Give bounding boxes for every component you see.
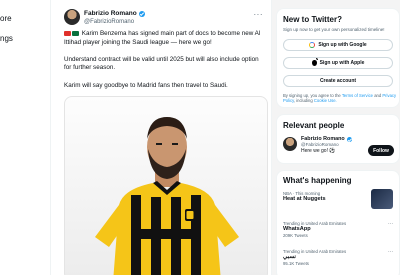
trend-item[interactable]: Trending in United Arab Emirates WhatsAp…	[283, 221, 346, 238]
terms-link[interactable]: Terms of Service	[342, 93, 373, 98]
follow-button[interactable]: Follow	[368, 145, 394, 156]
signup-apple-button[interactable]: Sign up with Apple	[283, 57, 393, 69]
more-options-icon[interactable]: ···	[388, 249, 393, 255]
author-handle[interactable]: @FabrizioRomano	[84, 18, 145, 27]
whats-happening-title: What's happening	[283, 176, 352, 185]
cookie-link[interactable]: Cookie Use.	[314, 98, 337, 103]
trend-thumbnail[interactable]	[371, 189, 393, 209]
create-account-button[interactable]: Create account	[283, 75, 393, 87]
signup-google-button[interactable]: Sign up with Google	[283, 39, 393, 51]
relevant-avatar[interactable]	[283, 137, 297, 151]
flag-icon	[64, 30, 71, 36]
nav-item-settings[interactable]: ngs	[0, 34, 13, 43]
tweet-paragraph-1: Karim Benzema has signed main part of do…	[64, 30, 261, 46]
trend-name: WhatsApp	[283, 226, 311, 232]
signup-legal: By signing up, you agree to the Terms of…	[283, 93, 397, 103]
trend-count: 209K Tweets	[283, 233, 308, 238]
right-sidebar: New to Twitter? Sign up now to get your …	[272, 0, 400, 275]
relevant-bio: Here we go! ⚽	[301, 148, 336, 154]
tweet-column: Fabrizio Romano @FabrizioRomano ··· Kari…	[50, 0, 272, 275]
trend-name: Heat at Nuggets	[283, 196, 326, 202]
nav-item-more[interactable]: ore	[0, 14, 12, 23]
trend-item[interactable]: Trending in United Arab Emirates نسبي 95…	[283, 249, 346, 266]
trend-item[interactable]: NBA · This morning Heat at Nuggets	[283, 191, 326, 203]
google-icon	[309, 42, 316, 48]
signup-card: New to Twitter? Sign up now to get your …	[276, 8, 400, 108]
tweet-paragraph-2: Understand contract will be valid until …	[64, 55, 259, 72]
signup-subtitle: Sign up now to get your own personalized…	[283, 27, 385, 32]
tweet-text: Karim Benzema has signed main part of do…	[64, 30, 264, 99]
apple-icon	[311, 58, 318, 66]
relevant-people-title: Relevant people	[283, 121, 345, 130]
author-avatar[interactable]	[64, 9, 80, 25]
left-nav: ore ngs	[0, 0, 50, 275]
author-name[interactable]: Fabrizio Romano	[84, 9, 137, 18]
trend-count: 95.1K Tweets	[283, 261, 309, 266]
relevant-people-card: Relevant people Fabrizio Romano @Fabrizi…	[276, 114, 400, 164]
more-options-icon[interactable]: ···	[388, 221, 393, 227]
flag-icon	[72, 30, 79, 36]
verified-badge-icon	[138, 10, 145, 17]
signup-title: New to Twitter?	[283, 15, 342, 24]
verified-badge-icon	[346, 136, 352, 142]
more-options-icon[interactable]: ···	[254, 10, 264, 19]
tweet-paragraph-3: Karim will say goodbye to Madrid fans th…	[64, 81, 228, 89]
player-photo-icon	[95, 117, 239, 275]
tweet-photo[interactable]	[64, 96, 268, 275]
whats-happening-card: What's happening NBA · This morning Heat…	[276, 170, 400, 275]
tweet-header: Fabrizio Romano @FabrizioRomano	[64, 9, 145, 27]
trend-name: نسبي	[283, 254, 296, 260]
